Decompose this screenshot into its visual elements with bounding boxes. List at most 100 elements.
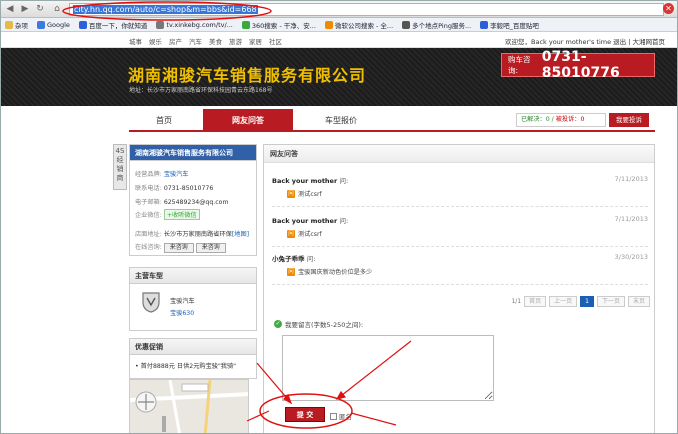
bookmark-item[interactable]: Google [37,20,70,29]
topnav-link[interactable]: 房产 [169,36,182,46]
email-label: 电子邮箱: [135,199,162,206]
qa-asked-label: 问: [306,255,316,263]
models-title: 主营车型 [130,268,256,284]
qa-asked-label: 问: [339,217,349,225]
phone-number: 0731-85010776 [541,49,620,81]
forward-icon[interactable]: ▶ [19,3,31,15]
qa-date: 7/11/2013 [614,175,648,183]
bookmark-item[interactable]: 微软公司搜索 - 全... [324,20,394,30]
bookmark-favicon-icon [480,20,489,29]
stats-box: 已解决：0 / 被投诉：0 [516,113,606,127]
pager: 1/1 首页 上一页 1 下一页 末页 [511,296,650,307]
bookmark-item[interactable]: 杂项 [5,20,28,30]
qq-consult-button-2[interactable]: 来咨询 [195,243,226,253]
topnav-link[interactable]: 旅游 [229,36,242,46]
topnav-link[interactable]: 美食 [209,36,222,46]
bookmark-item[interactable]: 李毅吧_百度贴吧 [480,20,539,30]
bookmark-favicon-icon [156,20,165,29]
qa-item: Back your mother 问: 7/11/2013 问测试csrf [272,215,648,247]
bookmarks-bar: 杂项 Google 百度一下，你就知道 tv.xinkebg.com/tv/... 36… [1,18,677,32]
message-prompt: ✓ 我要留言(字数5-250之间): [274,319,363,329]
qa-answer: 问测试csrf [287,229,648,238]
anonymous-option[interactable]: 匿名 [330,411,352,421]
bookmark-favicon-icon [324,20,333,29]
bookmark-label: 多个地点Ping服务... [412,21,472,30]
pager-info: 1/1 [511,298,522,305]
map-thumbnail[interactable] [129,379,249,433]
topnav-link[interactable]: 城事 [129,36,142,46]
pager-prev[interactable]: 上一页 [549,296,578,307]
promo-box: 优惠促销 • 首付8888元 日供2元购宝骏"我骑" [129,338,257,379]
qa-item: 小兔子乖乖 问: 3/30/2013 问宝骏国庆新动色价位是多少 [272,253,648,285]
reload-icon[interactable]: ↻ [34,3,46,15]
solved-count: 已解决：0 [521,116,550,123]
bookmark-label: 百度一下，你就知道 [88,21,148,30]
site-nav: 城事 娱乐 房产 汽车 美食 旅游 家居 社区 [129,36,282,46]
shop-name: 湖南湘骏汽车销售服务有限公司 [128,66,367,85]
wechat-follow-button[interactable]: +收听微信 [163,209,200,220]
tab-home[interactable]: 首页 [129,109,199,132]
model-brand: 宝骏汽车 [170,298,195,305]
url-input[interactable]: city.hn.qq.com/auto/c=shop&m=bbs&id=668 [69,3,664,16]
welcome-text[interactable]: 欢迎您，Back your mother's time 退出 | 大湘网首页 [505,36,665,46]
topnav-link[interactable]: 娱乐 [149,36,162,46]
brand-link[interactable]: 宝骏汽车 [164,171,189,178]
qa-answer: 问宝骏国庆新动色价位是多少 [287,267,648,276]
message-label: 我要留言(字数5-250之间): [285,321,364,329]
qa-text: 测试csrf [298,231,322,238]
message-icon: ✓ [274,320,282,328]
shop-address: 地址：长沙市万家丽南路省环保科技园青云东路168号 [129,87,273,94]
qa-question: Back your mother 问: [272,175,648,185]
model-link[interactable]: 宝骏630 [170,310,194,317]
stop-icon[interactable]: ✕ [663,3,674,14]
bookmark-item[interactable]: 360搜索 - 干净、安... [241,20,316,30]
tab-qa[interactable]: 网友问答 [203,109,293,132]
qa-item: Back your mother 问: 7/11/2013 问测试csrf [272,175,648,207]
map-link[interactable]: [地图] [232,231,249,238]
bookmark-label: 360搜索 - 干净、安... [251,21,316,30]
store-address: 长沙市万家丽南路省环保 [163,231,232,238]
topnav-link[interactable]: 家居 [249,36,262,46]
qa-user[interactable]: Back your mother [272,217,337,225]
promo-item[interactable]: • 首付8888元 日供2元购宝骏"我骑" [135,363,236,370]
bookmark-label: 杂项 [15,21,28,30]
brand-label: 经营品牌: [135,171,162,178]
tab-models[interactable]: 车型报价 [301,109,381,132]
topnav-link[interactable]: 汽车 [189,36,202,46]
qa-user[interactable]: Back your mother [272,177,337,185]
complained-count: 被投诉：0 [555,116,585,123]
store-label: 店面地址: [135,231,162,238]
topnav-link[interactable]: 社区 [269,36,282,46]
complain-button[interactable]: 我要投诉 [609,113,649,127]
question-icon: 问 [287,229,295,238]
bookmark-item[interactable]: tv.xinkebg.com/tv/... [156,20,233,29]
submit-button[interactable]: 提 交 [285,407,325,422]
browser-window: ◀ ▶ ↻ ⌂ city.hn.qq.com/auto/c=shop&m=bbs… [0,0,678,434]
bookmark-favicon-icon [5,20,13,29]
qa-user[interactable]: 小兔子乖乖 [272,255,305,263]
baojun-logo-icon [142,292,160,313]
bookmark-favicon-icon [37,20,45,29]
qq-consult-button-1[interactable]: 来咨询 [163,243,194,253]
pager-current[interactable]: 1 [580,296,594,307]
qa-question: Back your mother 问: [272,215,648,225]
home-icon[interactable]: ⌂ [51,3,63,15]
online-label: 在线咨询: [135,244,162,251]
bookmark-label: Google [47,20,70,29]
address-bar: ◀ ▶ ↻ ⌂ city.hn.qq.com/auto/c=shop&m=bbs… [1,1,677,18]
pager-next[interactable]: 下一页 [596,296,625,307]
bookmark-label: 微软公司搜索 - 全... [334,21,394,30]
bookmark-item[interactable]: 百度一下，你就知道 [78,20,148,30]
phone-label: 购车咨询: [508,55,531,75]
pager-last[interactable]: 末页 [627,296,650,307]
qa-text: 宝骏国庆新动色价位是多少 [298,269,373,276]
url-text: city.hn.qq.com/auto/c=shop&m=bbs&id=668 [73,5,258,14]
4s-badge: 4S经销商 [113,144,127,190]
anonymous-checkbox[interactable] [330,412,337,420]
back-icon[interactable]: ◀ [4,3,16,15]
pager-first[interactable]: 首页 [524,296,547,307]
dealer-email: 625489234@qq.com [163,199,229,206]
bookmark-item[interactable]: 多个地点Ping服务... [402,20,471,30]
shop-header: 湖南湘骏汽车销售服务有限公司 地址：长沙市万家丽南路省环保科技园青云东路168号… [1,48,677,106]
message-textarea[interactable] [282,335,494,401]
